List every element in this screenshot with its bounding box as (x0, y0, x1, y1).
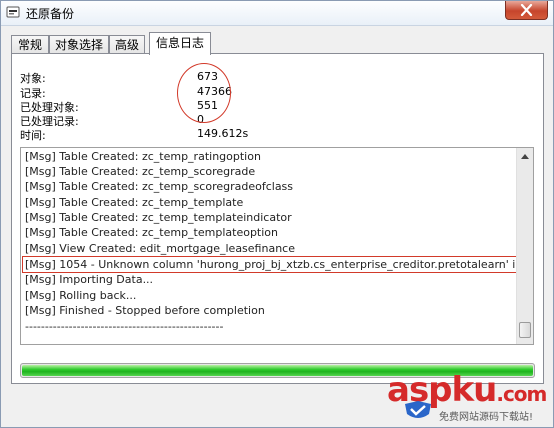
vertical-scrollbar[interactable] (516, 148, 533, 344)
window-title: 还原备份 (26, 7, 75, 21)
restore-backup-window: 还原备份 常规 对象选择 高级 信息日志 对象: 673 记录: 47366 已… (0, 0, 554, 428)
stat-value-time: 149.612s (197, 127, 249, 140)
tab-general[interactable]: 常规 (11, 35, 49, 54)
log-line: [Msg] Table Created: zc_temp_template (25, 196, 244, 209)
log-line: [Msg] Table Created: zc_temp_scoregradeo… (25, 180, 294, 193)
scroll-up-arrow-icon[interactable] (517, 148, 533, 165)
log-line: [Msg] Table Created: zc_temp_templateopt… (25, 226, 278, 239)
title-bar[interactable]: 还原备份 (1, 1, 553, 26)
site-watermark: aspku.com 免费网站源码下载站! (387, 370, 551, 426)
log-line: [Msg] View Created: edit_mortgage_leasef… (25, 242, 295, 255)
stat-label-time: 时间: (20, 129, 46, 142)
annotation-circle (177, 63, 231, 123)
log-line: [Msg] Table Created: zc_temp_scoregrade (25, 165, 256, 178)
tab-object-selection[interactable]: 对象选择 (49, 35, 109, 54)
stat-label-objects: 对象: (20, 72, 46, 85)
log-textarea[interactable]: [Msg] Table Created: zc_temp_ratingoptio… (20, 147, 534, 345)
log-line: [Msg] Importing Data... (25, 273, 154, 286)
watermark-shield-icon (405, 401, 431, 418)
error-highlight-box (22, 256, 517, 273)
log-line: [Msg] Table Created: zc_temp_ratingoptio… (25, 150, 261, 163)
log-line: ----------------------------------------… (25, 320, 224, 333)
log-line: [Msg] Finished - Stopped before completi… (25, 304, 265, 317)
watermark-subtitle: 免费网站源码下载站! (439, 412, 534, 423)
tab-advanced[interactable]: 高级 (109, 35, 145, 54)
log-line: [Msg] Table Created: zc_temp_templateind… (25, 211, 292, 224)
app-icon (6, 6, 20, 18)
close-icon (520, 4, 533, 16)
scroll-thumb[interactable] (519, 322, 531, 338)
log-lines: [Msg] Table Created: zc_temp_ratingoptio… (21, 148, 517, 344)
tab-info-log[interactable]: 信息日志 (149, 32, 211, 55)
log-line: [Msg] Rolling back... (25, 289, 137, 302)
close-button[interactable] (505, 1, 548, 20)
